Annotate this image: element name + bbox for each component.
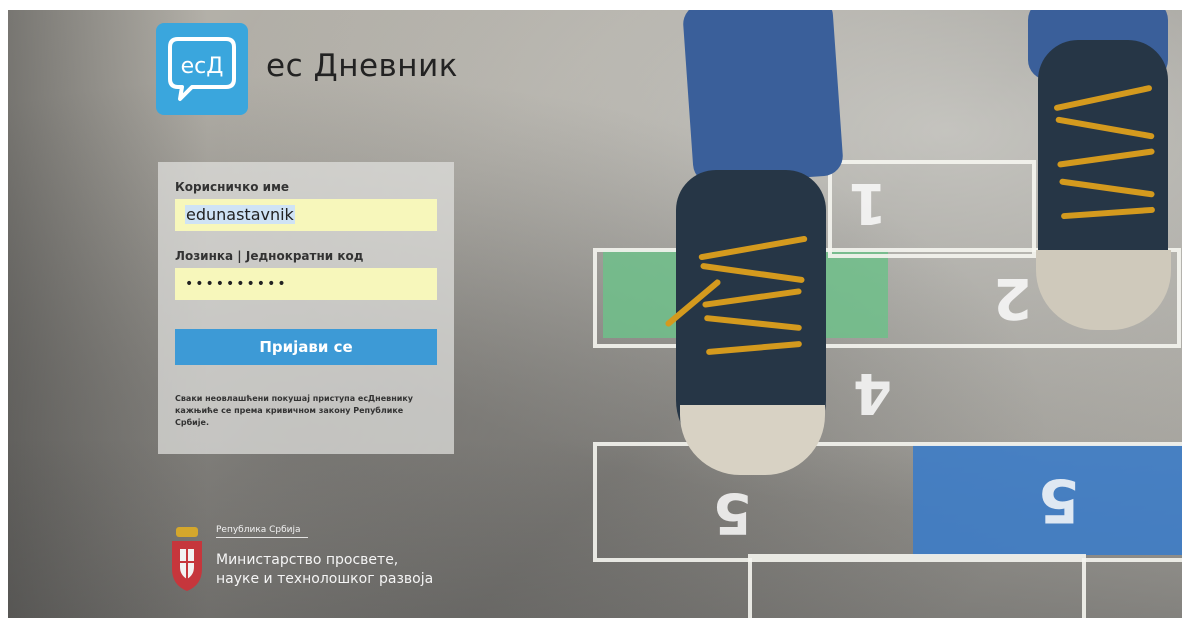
hopscotch-number: 4 bbox=[853, 360, 892, 425]
esdnevnik-logo: ecД bbox=[156, 23, 248, 115]
hopscotch-box bbox=[748, 554, 1086, 618]
jeans-leg-left bbox=[681, 10, 845, 186]
username-label: Корисничко име bbox=[175, 180, 290, 194]
logo-text: ecД bbox=[181, 54, 224, 79]
hopscotch-number: 2 bbox=[993, 265, 1032, 330]
ministry-name-line2: науке и технолошког развоја bbox=[216, 571, 434, 587]
chat-bubble-icon: ecД bbox=[168, 37, 236, 101]
ministry-name-line1: Министарство просвете, bbox=[216, 552, 399, 568]
serbia-coat-of-arms-icon bbox=[172, 527, 202, 591]
login-button[interactable]: Пријави се bbox=[175, 329, 437, 365]
hopscotch-number: 5 bbox=[713, 480, 752, 545]
username-value: edunastavnik bbox=[185, 205, 295, 224]
republic-label: Република Србија bbox=[216, 525, 308, 538]
password-input[interactable]: •••••••••• bbox=[175, 268, 437, 300]
password-value: •••••••••• bbox=[185, 276, 288, 292]
brand-name: ес Дневник bbox=[266, 48, 458, 84]
hopscotch-number: 1 bbox=[848, 170, 887, 235]
username-input[interactable]: edunastavnik bbox=[175, 199, 437, 231]
legal-notice: Сваки неовлашћени покушај приступа есДне… bbox=[175, 394, 413, 427]
password-label: Лозинка | Једнократни код bbox=[175, 249, 364, 263]
hopscotch-number: 5 bbox=[1038, 465, 1080, 535]
hopscotch-box bbox=[593, 442, 1182, 562]
